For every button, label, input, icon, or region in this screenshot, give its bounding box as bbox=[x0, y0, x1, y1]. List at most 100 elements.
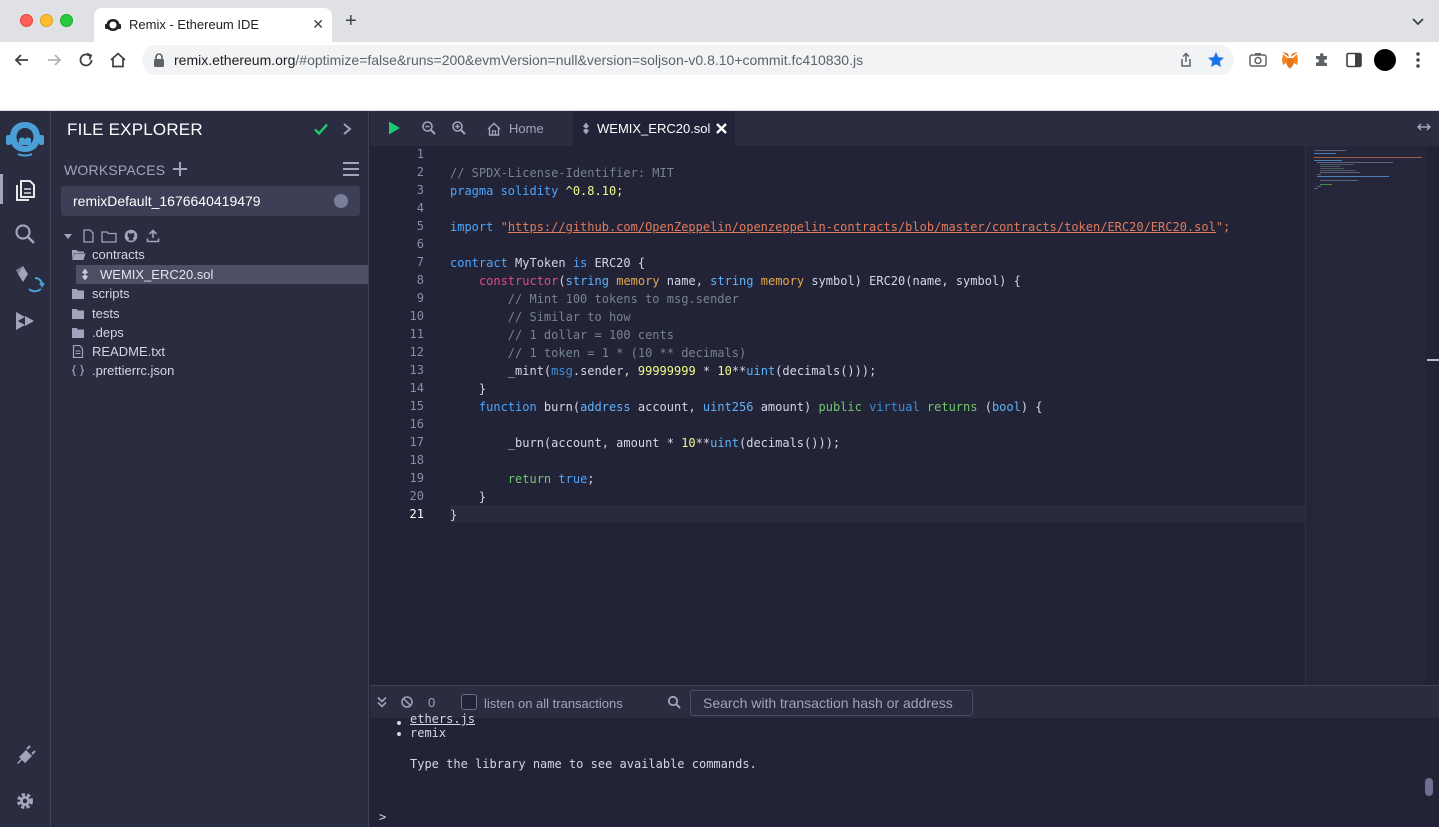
tab-label: Home bbox=[509, 121, 544, 136]
code-type: address bbox=[580, 400, 631, 414]
extensions-puzzle-icon[interactable] bbox=[1312, 50, 1332, 70]
camera-icon[interactable] bbox=[1248, 50, 1268, 70]
code-line-21: } bbox=[450, 506, 457, 524]
browser-tab[interactable]: Remix - Ethereum IDE ✕ bbox=[94, 8, 332, 42]
tree-item-scripts[interactable]: scripts bbox=[51, 284, 368, 303]
run-script-icon[interactable] bbox=[386, 120, 402, 136]
line-number: 2 bbox=[416, 165, 424, 179]
code-string: "; bbox=[1215, 220, 1231, 234]
upload-icon[interactable] bbox=[146, 229, 160, 243]
code-punct: ( bbox=[977, 400, 992, 414]
close-window-button[interactable] bbox=[20, 14, 33, 27]
close-tab-icon[interactable] bbox=[715, 122, 728, 135]
zoom-in-icon[interactable] bbox=[451, 120, 467, 136]
tree-item-tests[interactable]: tests bbox=[51, 304, 368, 323]
reload-icon[interactable] bbox=[76, 50, 96, 70]
more-menu-icon[interactable] bbox=[1410, 50, 1426, 70]
minimap-line bbox=[1314, 150, 1346, 151]
maximize-window-button[interactable] bbox=[60, 14, 73, 27]
remix-logo-icon[interactable] bbox=[4, 119, 46, 157]
line-number: 11 bbox=[409, 327, 424, 341]
zoom-out-icon[interactable] bbox=[421, 120, 437, 136]
import-url-link[interactable]: https://github.com/OpenZeppelin/openzepp… bbox=[508, 220, 1216, 234]
collapse-terminal-icon[interactable] bbox=[376, 696, 388, 708]
bookmark-star-icon[interactable] bbox=[1206, 50, 1226, 70]
code-identifier: .sender, bbox=[572, 364, 638, 378]
panel-title: FILE EXPLORER bbox=[67, 120, 203, 139]
new-tab-button[interactable]: + bbox=[345, 11, 357, 31]
code-line-8: constructor(string memory name, string m… bbox=[450, 272, 1021, 290]
add-workspace-button[interactable] bbox=[171, 160, 189, 178]
new-file-icon[interactable] bbox=[81, 229, 95, 243]
current-line-highlight bbox=[450, 505, 1305, 523]
terminal-prompt[interactable]: > bbox=[379, 810, 386, 824]
code-minimap[interactable] bbox=[1305, 146, 1426, 685]
file-explorer-icon[interactable] bbox=[12, 177, 38, 203]
expand-horizontal-icon[interactable] bbox=[1417, 121, 1431, 133]
new-folder-icon[interactable] bbox=[101, 229, 117, 243]
deploy-run-icon[interactable] bbox=[12, 308, 38, 334]
clear-console-icon[interactable] bbox=[401, 696, 413, 708]
code-line-12: // 1 token = 1 * (10 ** decimals) bbox=[450, 344, 746, 362]
code-punct: ( bbox=[558, 274, 566, 288]
line-number: 7 bbox=[416, 255, 424, 269]
workspace-select[interactable]: remixDefault_1676640419479 bbox=[61, 186, 360, 216]
plugin-manager-icon[interactable] bbox=[12, 744, 38, 770]
code-editor[interactable]: 1 2 3 4 5 6 7 8 9 10 11 12 13 14 15 16 1… bbox=[370, 146, 1439, 685]
code-keyword: constructor bbox=[478, 274, 559, 288]
terminal-output[interactable]: ethers.js remix Type the library name to… bbox=[370, 712, 1439, 827]
list-bullet bbox=[397, 732, 401, 736]
forward-arrow-icon[interactable] bbox=[44, 50, 64, 70]
chevron-right-icon[interactable] bbox=[340, 121, 354, 137]
profile-avatar[interactable] bbox=[1374, 49, 1396, 71]
terminal-scrollbar[interactable] bbox=[1425, 778, 1433, 796]
line-number: 12 bbox=[409, 345, 424, 359]
tree-item-label: scripts bbox=[92, 286, 130, 301]
code-operator: * bbox=[695, 364, 718, 378]
tree-item-prettierrc[interactable]: .prettierrc.json bbox=[51, 361, 368, 380]
tree-item-contracts[interactable]: contracts bbox=[51, 245, 368, 264]
code-comment: // SPDX-License-Identifier: MIT bbox=[450, 166, 674, 180]
tree-item-deps[interactable]: .deps bbox=[51, 323, 368, 342]
back-arrow-icon[interactable] bbox=[12, 50, 32, 70]
tab-wemix-erc20-sol[interactable]: WEMIX_ERC20.sol bbox=[573, 111, 735, 146]
code-line-20: } bbox=[450, 488, 486, 506]
chevron-down-icon[interactable] bbox=[1411, 14, 1425, 28]
url-text: remix.ethereum.org/#optimize=false&runs=… bbox=[174, 52, 863, 68]
code-line-7: contract MyToken is ERC20 { bbox=[450, 254, 645, 272]
side-panel-icon[interactable] bbox=[1344, 50, 1364, 70]
minimap-line bbox=[1314, 153, 1336, 154]
tree-item-readme[interactable]: README.txt bbox=[51, 342, 368, 361]
address-bar[interactable]: remix.ethereum.org/#optimize=false&runs=… bbox=[142, 45, 1234, 75]
code-area[interactable]: // SPDX-License-Identifier: MIT pragma s… bbox=[450, 146, 1305, 685]
code-number: 99999999 bbox=[637, 364, 696, 378]
code-keyword: function bbox=[478, 400, 537, 414]
code-punct: ) { bbox=[1020, 400, 1043, 414]
lock-icon[interactable] bbox=[152, 52, 166, 68]
transaction-search-input[interactable] bbox=[690, 690, 973, 716]
caret-down-icon[interactable] bbox=[63, 229, 73, 243]
workspace-menu-icon[interactable] bbox=[342, 161, 360, 177]
search-icon[interactable] bbox=[12, 221, 38, 247]
code-keyword: returns bbox=[926, 400, 978, 414]
home-icon[interactable] bbox=[108, 50, 128, 70]
minimize-window-button[interactable] bbox=[40, 14, 53, 27]
listen-transactions-checkbox[interactable] bbox=[461, 694, 477, 710]
folder-icon bbox=[72, 309, 84, 319]
scrollbar-marker bbox=[1427, 359, 1439, 361]
workspace-name: remixDefault_1676640419479 bbox=[73, 193, 261, 209]
line-number: 18 bbox=[409, 453, 424, 467]
share-icon[interactable] bbox=[1178, 52, 1194, 68]
file-text-icon bbox=[72, 345, 84, 358]
settings-gear-icon[interactable] bbox=[12, 788, 38, 814]
tab-home[interactable]: Home bbox=[477, 111, 552, 146]
github-icon[interactable] bbox=[124, 229, 138, 243]
minimap-line bbox=[1317, 174, 1321, 175]
close-tab-icon[interactable]: ✕ bbox=[312, 16, 324, 33]
tree-item-wemix-erc20-sol[interactable]: WEMIX_ERC20.sol bbox=[76, 265, 368, 284]
code-number: 10 bbox=[681, 436, 696, 450]
metamask-fox-icon[interactable] bbox=[1280, 50, 1300, 70]
solidity-compiler-icon[interactable] bbox=[14, 264, 46, 294]
terminal-library-ethers[interactable]: ethers.js bbox=[410, 712, 475, 726]
